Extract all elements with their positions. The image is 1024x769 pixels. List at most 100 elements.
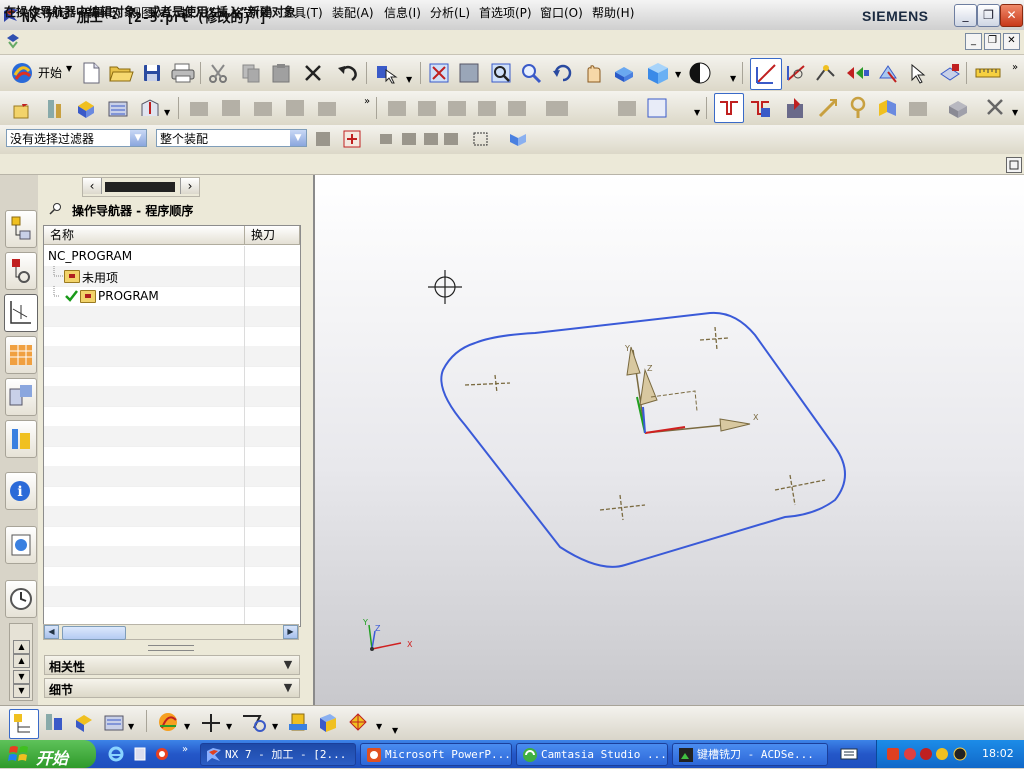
chevron-down-icon[interactable]: ▼ [280,658,296,672]
web-browser-tab[interactable] [5,526,37,564]
replay-toolpath-icon[interactable] [816,96,840,120]
rotate-icon[interactable] [552,62,574,84]
toolpath-display-icon[interactable] [714,93,744,123]
panel-splitter-grip[interactable] [148,645,194,651]
tool-path-icon[interactable] [814,62,838,84]
wcs-icon[interactable] [750,58,782,90]
list-toolpath-icon[interactable] [748,96,772,120]
create-method-icon[interactable] [106,96,130,120]
minimize-button[interactable]: _ [954,4,977,27]
block-icon[interactable] [316,710,340,734]
zoom-window-icon[interactable] [458,62,480,84]
graphics-window[interactable]: X Y Z X Y Z [315,175,1024,705]
scroll-right-icon[interactable]: ▶ [283,625,298,639]
history-tab[interactable] [5,580,37,618]
copy-icon[interactable] [240,62,262,84]
start-menu-label[interactable]: 开始 [38,64,62,81]
fit-view-icon[interactable] [428,62,450,84]
menu-assembly[interactable]: 装配(A) [332,4,374,21]
navigator-horizontal-scrollbar[interactable]: ◀ ▶ [43,624,299,640]
keyboard-language-icon[interactable] [840,746,858,762]
new-file-icon[interactable] [80,61,102,85]
machining-feature-navigator-tab[interactable] [5,378,37,416]
create-tool-icon[interactable] [42,96,66,120]
extrude-icon[interactable] [286,710,310,734]
geometry-view-icon[interactable] [72,710,96,734]
operation-navigator-tab[interactable] [4,294,38,332]
measure-icon[interactable] [974,64,1002,82]
constraint-navigator-tab[interactable] [5,252,37,290]
zoom-icon[interactable] [520,62,542,84]
start-dropdown-arrow-icon[interactable]: ▼ [66,64,72,73]
selection-icon[interactable] [374,62,404,84]
menu-window[interactable]: 窗口(O) [540,4,583,21]
chevron-down-icon[interactable]: ▼ [290,130,306,146]
panel-scroll-thumb[interactable] [105,182,175,192]
curve-icon[interactable] [156,710,182,734]
create-dropdown-icon[interactable]: ▼ [164,108,170,117]
section-dependencies[interactable]: 相关性 ▼ [44,655,300,675]
tool-holder-icon[interactable] [846,96,870,120]
column-header-tool-change[interactable]: 换刀 [245,226,300,245]
selection-filter-select[interactable]: 没有选择过滤器 ▼ [6,129,147,147]
render-style-icon[interactable] [644,60,672,86]
chevron-left-icon[interactable]: ‹ [83,178,102,194]
ie-quicklaunch-icon[interactable] [108,746,124,762]
selection-dropdown-icon[interactable]: ▼ [406,75,412,84]
feature-dropdown-icon[interactable]: ▼ [376,722,382,731]
taskbar-item-powerpoint[interactable]: Microsoft PowerP... [360,743,512,766]
toolbar-overflow-icon[interactable]: ▼ [730,74,736,83]
ipw-icon[interactable] [946,96,970,120]
chevron-down-icon[interactable]: ▼ [130,130,146,146]
delete-icon[interactable] [302,62,324,84]
create-geometry-icon[interactable] [74,96,98,120]
assembly-scope-select[interactable]: 整个装配 ▼ [156,129,307,147]
scroll-left-icon[interactable]: ◀ [44,625,59,639]
machine-tool-navigator-tab[interactable] [5,336,37,374]
chevron-down-icon[interactable]: ▼ [280,681,296,695]
section-details[interactable]: 细节 ▼ [44,678,300,698]
doc-restore-button[interactable]: ❐ [984,33,1001,50]
method-view-icon[interactable] [102,710,126,734]
render-style-dropdown-icon[interactable]: ▼ [675,70,681,79]
quicklaunch-chevron-icon[interactable]: » [182,744,188,755]
menu-preferences[interactable]: 首选项(P) [479,4,532,21]
save-icon[interactable] [141,62,163,84]
stock-icon[interactable] [906,96,930,120]
toolbar-chevron-icon[interactable]: » [1012,62,1018,73]
zoom-box-icon[interactable] [490,62,512,84]
machine-tool-view-icon[interactable] [42,710,66,734]
print-icon[interactable] [170,62,196,84]
delete-operation-icon[interactable] [984,96,1006,118]
browser-quicklaunch-icon[interactable] [154,746,170,762]
taskbar-item-nx[interactable]: NX 7 - 加工 - [2... [200,743,356,766]
doc-close-button[interactable]: ✕ [1003,33,1020,50]
program-order-view-icon[interactable] [9,709,39,739]
doc-minimize-button[interactable]: _ [965,33,982,50]
toolbar-overflow-icon[interactable]: ▼ [392,726,398,735]
machine-tool-icon[interactable] [876,96,900,120]
point-dropdown-icon[interactable]: ▼ [226,722,232,731]
paste-icon[interactable] [270,62,292,84]
datum-plane-icon[interactable] [240,710,270,734]
toolbar-overflow-icon[interactable]: ▼ [694,108,700,117]
point-icon[interactable] [200,712,222,734]
panel-page-scroller[interactable]: ‹ › [82,177,200,197]
media-quicklaunch-icon[interactable] [132,746,148,762]
create-operation-icon[interactable] [138,96,162,120]
column-header-name[interactable]: 名称 [44,226,245,245]
information-tab[interactable]: i [5,472,37,510]
chevron-right-icon[interactable]: › [180,178,199,194]
taskbar-item-camtasia[interactable]: Camtasia Studio ... [516,743,668,766]
tree-row-program[interactable]: PROGRAM [44,286,300,307]
post-process-icon[interactable] [876,62,900,84]
pan-icon[interactable] [582,62,606,84]
tree-row-unused[interactable]: 未用项 [44,266,300,287]
shop-doc-icon[interactable] [938,62,962,84]
menu-help[interactable]: 帮助(H) [592,4,634,21]
resource-bar-scroller[interactable]: ▲ ▲ ▼ ▼ [9,623,33,701]
status-expand-icon[interactable] [1006,157,1022,173]
toolbar-chevron-icon[interactable]: » [364,96,370,107]
feature-icon[interactable] [346,710,370,734]
tree-row-nc-program[interactable]: NC_PROGRAM [44,246,300,267]
